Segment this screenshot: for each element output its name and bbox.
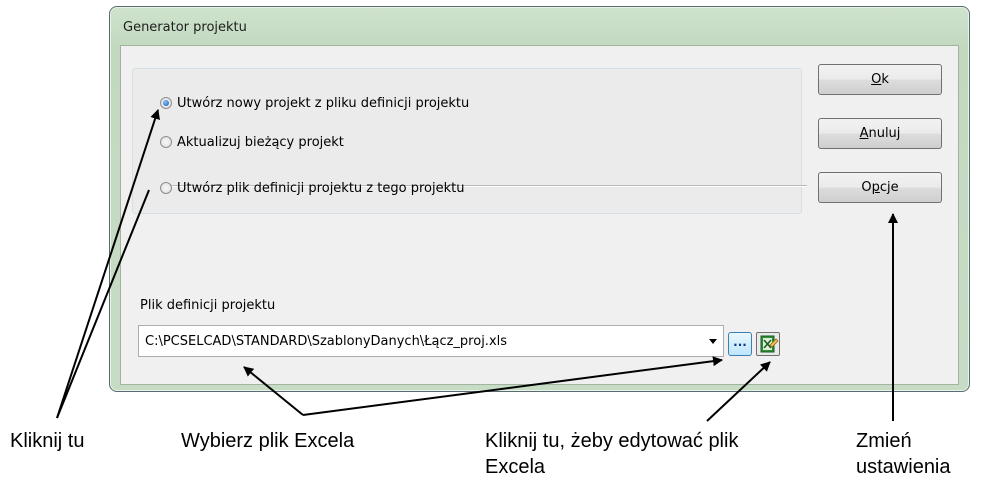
arrow-to-edit-button — [706, 361, 771, 422]
callout-change-settings-line2: ustawienia — [856, 456, 951, 478]
callout-choose-excel-file: Wybierz plik Excela — [181, 430, 355, 452]
arrow-to-browse-button — [302, 356, 723, 416]
annotation-arrows — [56, 109, 898, 422]
arrow-to-file-path — [243, 366, 304, 416]
arrow-line-to-radio-2 — [56, 189, 150, 419]
callout-click-here: Kliknij tu — [10, 430, 85, 452]
callout-edit-excel-line2: Excela — [485, 456, 546, 478]
callout-change-settings-line1: Zmień — [856, 430, 912, 452]
callout-edit-excel-line1: Kliknij tu, żeby edytować plik — [485, 430, 739, 452]
arrow-to-create-new-radio — [56, 109, 160, 419]
